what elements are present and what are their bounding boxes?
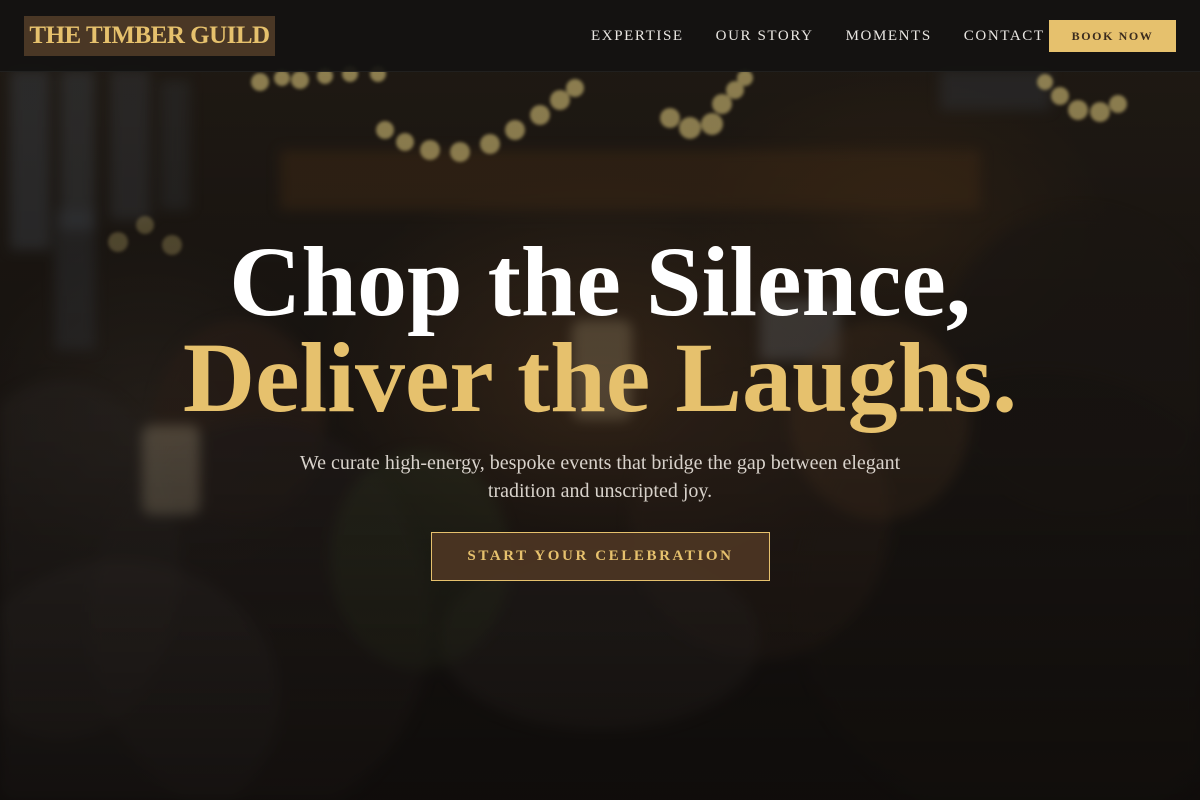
brand-logo[interactable]: THE TIMBER GUILD bbox=[24, 16, 275, 56]
hero-subtext: We curate high-energy, bespoke events th… bbox=[299, 452, 901, 502]
start-celebration-button[interactable]: START YOUR CELEBRATION bbox=[431, 532, 770, 581]
nav-link-contact[interactable]: CONTACT bbox=[948, 28, 1061, 45]
hero-headline-line-1: Chop the Silence, bbox=[229, 226, 971, 337]
hero-section: Chop the Silence, Deliver the Laughs. We… bbox=[0, 0, 1200, 800]
nav-link-our-story[interactable]: OUR STORY bbox=[700, 28, 830, 45]
navbar: THE TIMBER GUILD EXPERTISE OUR STORY MOM… bbox=[0, 0, 1200, 72]
nav-link-expertise[interactable]: EXPERTISE bbox=[575, 28, 700, 45]
nav-link-moments[interactable]: MOMENTS bbox=[830, 28, 948, 45]
book-now-button[interactable]: BOOK NOW bbox=[1049, 20, 1176, 52]
nav-links: EXPERTISE OUR STORY MOMENTS CONTACT bbox=[575, 0, 1061, 72]
landing-page: THE TIMBER GUILD EXPERTISE OUR STORY MOM… bbox=[0, 0, 1200, 800]
hero-headline-line-2: Deliver the Laughs. bbox=[182, 322, 1018, 433]
